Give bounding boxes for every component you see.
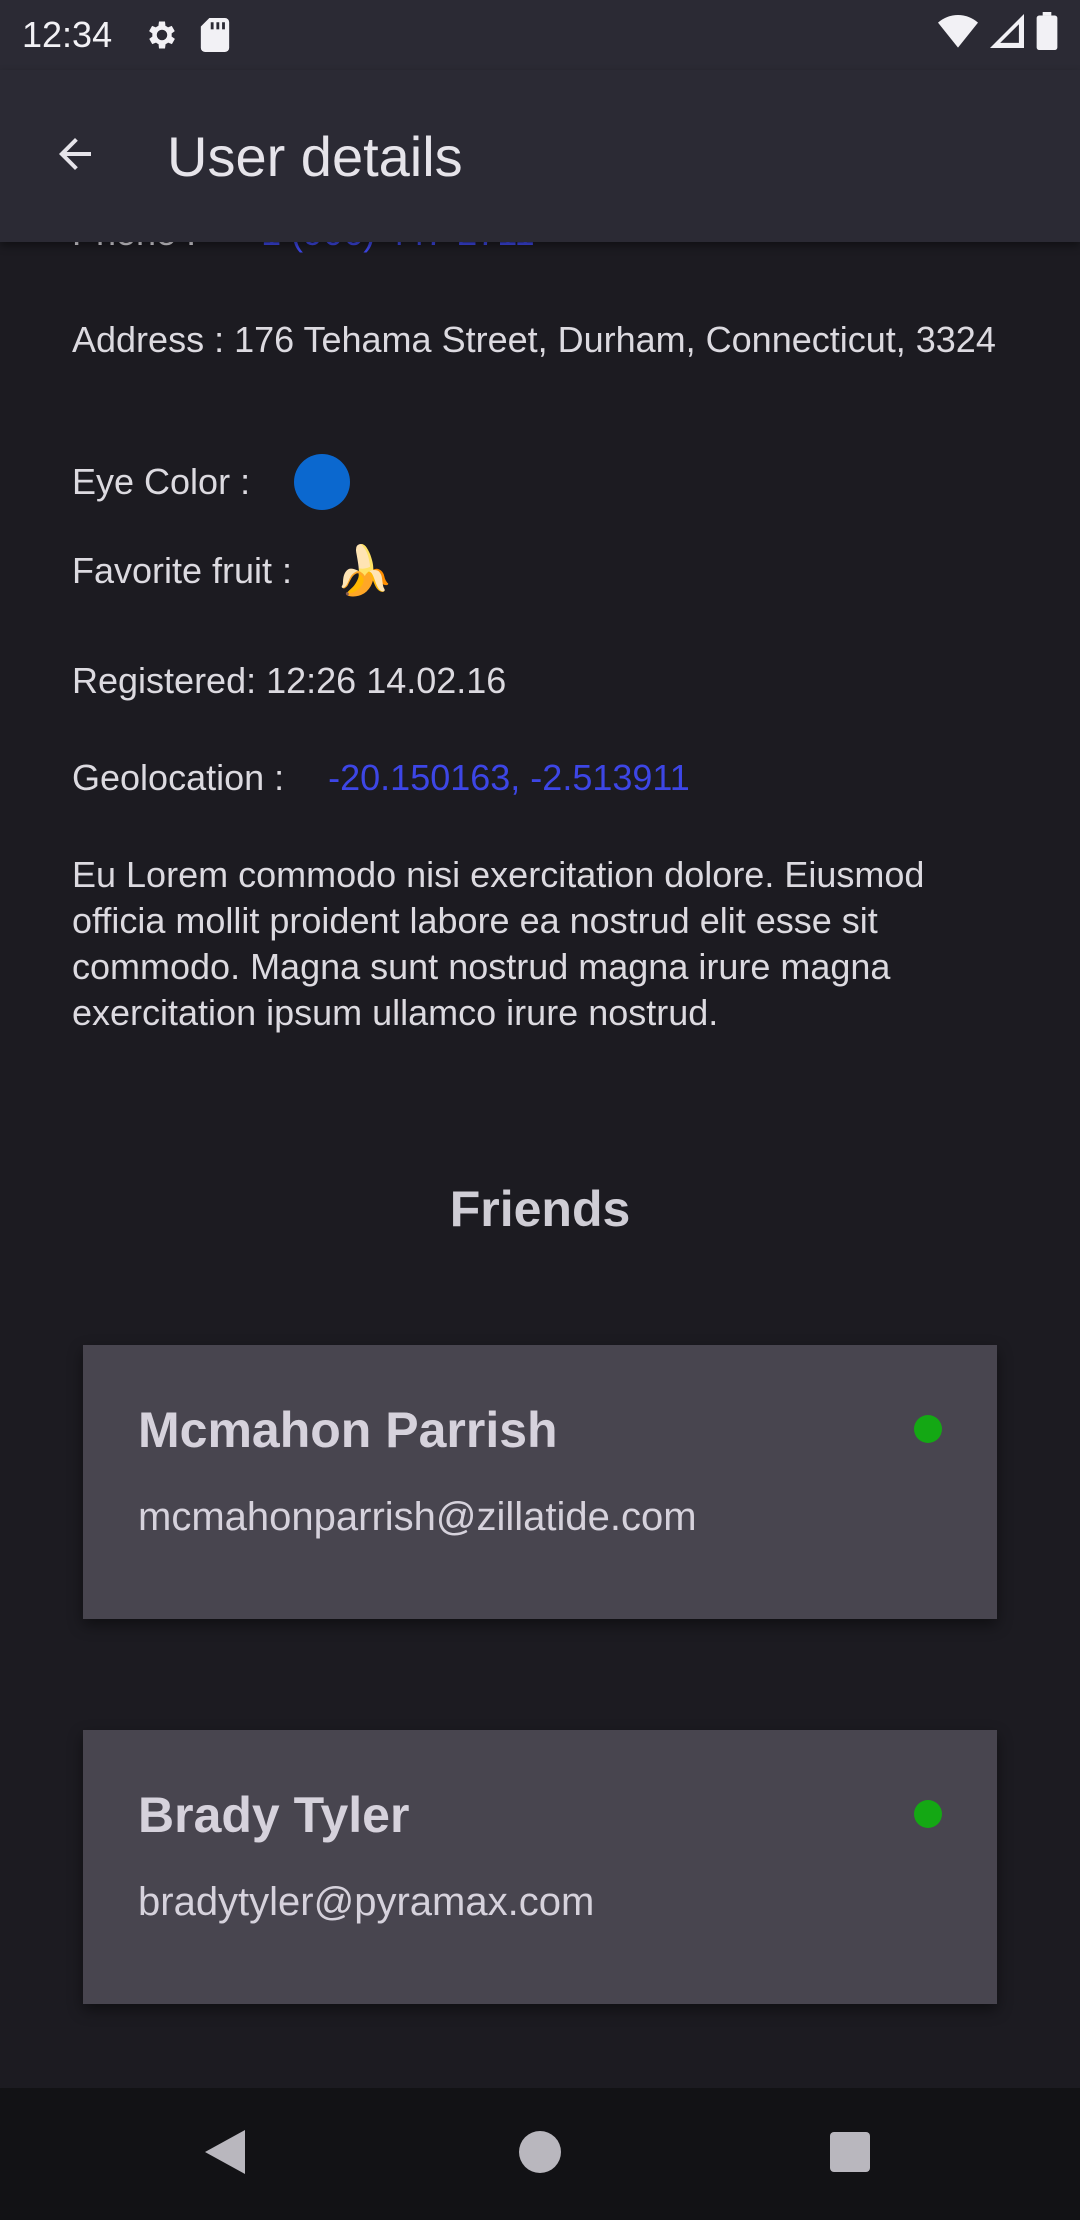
phone-label: Phone :: [72, 242, 196, 254]
wifi-icon: [938, 14, 978, 57]
about-text: Eu Lorem commodo nisi exercitation dolor…: [72, 854, 925, 1033]
back-button[interactable]: [27, 108, 123, 204]
online-status-dot: [914, 1800, 942, 1828]
app-bar: User details: [0, 70, 1080, 242]
friend-card[interactable]: Mcmahon Parrish mcmahonparrish@zillatide…: [83, 1345, 997, 1619]
geolocation-row: Geolocation : -20.150163, -2.513911: [72, 757, 690, 799]
banana-icon: 🍌: [334, 545, 394, 598]
signal-icon: [990, 13, 1024, 57]
friend-email: bradytyler@pyramax.com: [138, 1880, 595, 1924]
eye-color-row: Eye Color :: [72, 454, 351, 510]
back-triangle-icon: [205, 2129, 245, 2179]
phone-link[interactable]: +1 (906) 447-2711: [240, 242, 535, 254]
friend-email: mcmahonparrish@zillatide.com: [138, 1495, 697, 1539]
online-status-dot: [914, 1415, 942, 1443]
status-bar: 12:34: [0, 0, 1080, 70]
system-nav-bar: [0, 2088, 1080, 2220]
favorite-fruit-label: Favorite fruit :: [72, 549, 293, 591]
eye-color-label: Eye Color :: [72, 461, 251, 502]
registered-value: Registered: 12:26 14.02.16: [72, 660, 507, 701]
friend-name: Brady Tyler: [138, 1787, 410, 1843]
friend-name: Mcmahon Parrish: [138, 1402, 558, 1458]
geolocation-label: Geolocation :: [72, 757, 285, 798]
registered-text: Registered: 12:26 14.02.16: [72, 660, 506, 702]
eye-color-swatch: [294, 454, 351, 510]
battery-icon: [1036, 11, 1058, 59]
friend-card[interactable]: Brady Tyler bradytyler@pyramax.com: [83, 1730, 997, 2004]
home-circle-icon: [519, 2130, 561, 2178]
user-details-content[interactable]: Phone : +1 (906) 447-2711 Address : 176 …: [0, 242, 1080, 2088]
sd-card-icon: [200, 18, 230, 52]
recents-square-icon: [830, 2131, 870, 2177]
nav-home-button[interactable]: [505, 2124, 575, 2184]
nav-back-button[interactable]: [190, 2124, 260, 2184]
favorite-fruit-row: Favorite fruit : 🍌: [72, 542, 394, 599]
phone-row: Phone : +1 (906) 447-2711: [72, 242, 535, 254]
address-text: Address : 176 Tehama Street, Durham, Con…: [72, 319, 996, 360]
status-time: 12:34: [22, 14, 113, 55]
settings-icon: [144, 17, 180, 53]
friends-heading: Friends: [449, 1181, 631, 1237]
page-title: User details: [167, 124, 463, 188]
nav-recents-button[interactable]: [815, 2124, 885, 2184]
arrow-back-icon: [51, 130, 99, 183]
geolocation-link[interactable]: -20.150163, -2.513911: [328, 757, 690, 799]
